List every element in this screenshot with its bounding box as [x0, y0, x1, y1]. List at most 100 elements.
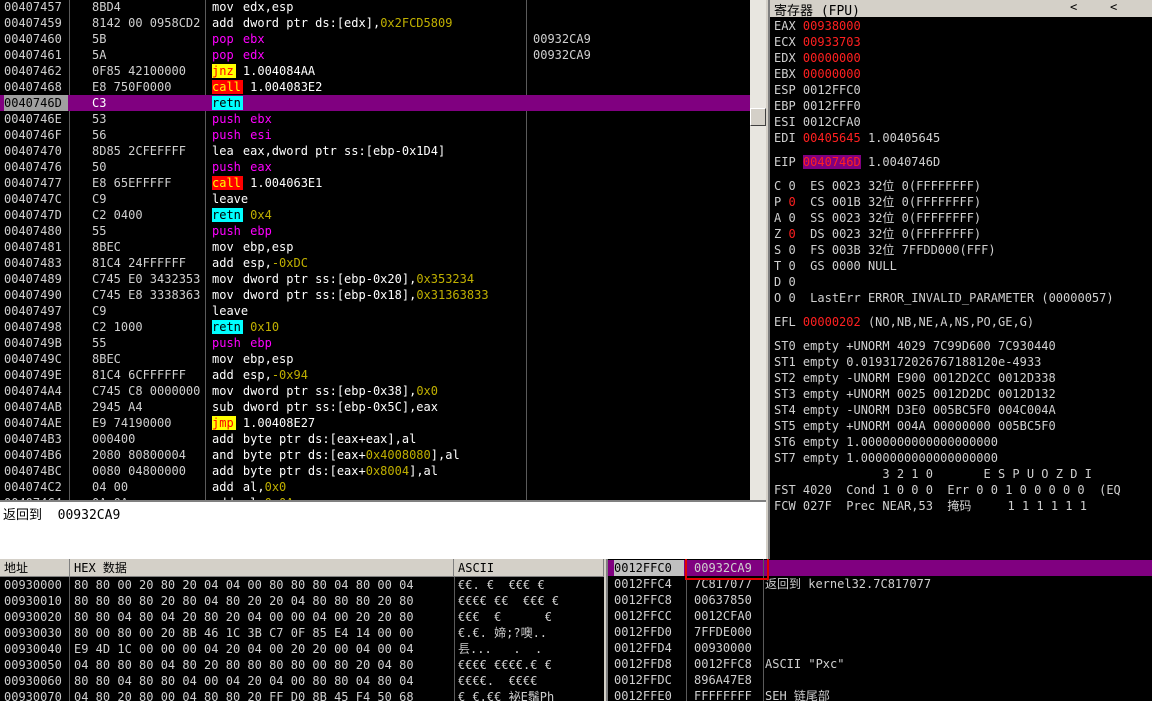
register-value[interactable]: 00938000: [803, 19, 861, 33]
fpu-st-register[interactable]: ST7 empty 1.0000000000000000000: [774, 451, 998, 465]
disasm-row[interactable]: 00407476 50 push eax: [0, 159, 750, 175]
fpu-st-register[interactable]: ST4 empty -UNORM D3E0 005BC5F0 004C004A: [774, 403, 1056, 417]
fpu-st-register[interactable]: ST2 empty -UNORM E900 0012D2CC 0012D338: [774, 371, 1056, 385]
disasm-row[interactable]: 00407483 81C4 24FFFFFF add esp,-0xDC: [0, 255, 750, 271]
disasm-row[interactable]: 0040749E 81C4 6CFFFFFF add esp,-0x94: [0, 367, 750, 383]
segment-value[interactable]: 0023: [832, 211, 861, 225]
register-value[interactable]: 00000000: [803, 51, 861, 65]
fpu-status-word[interactable]: FST 4020 Cond 1 0 0 0 Err 0 0 1 0 0 0 0 …: [774, 483, 1121, 497]
disasm-row[interactable]: 004074A4 C745 C8 0000000 mov dword ptr ss:…: [0, 383, 750, 399]
disassembly-scroll-thumb[interactable]: [750, 108, 766, 126]
stack-row[interactable]: 0012FFD8 0012FFC8 ASCII "Pxc": [608, 656, 1152, 672]
dump-row[interactable]: 00930040 E9 4D 1C 00 00 00 04 20 04 00 20…: [0, 641, 604, 657]
stack-row[interactable]: 0012FFE0 FFFFFFFF SEH 链尾部: [608, 688, 1152, 701]
register-value[interactable]: 00405645: [803, 131, 861, 145]
stack-pane[interactable]: 0012FFC0 00932CA9 0012FFC4 7C817077 返回到 kern…: [606, 559, 1152, 701]
disasm-bytes: 0080 04800000: [92, 464, 186, 478]
eip-value[interactable]: 0040746D: [802, 155, 861, 169]
fpu-control-word[interactable]: FCW 027F Prec NEAR,53 掩码 1 1 1 1 1 1: [774, 499, 1087, 513]
register-value[interactable]: 00933703: [803, 35, 861, 49]
fpu-st-register[interactable]: ST3 empty +UNORM 0025 0012D2DC 0012D132: [774, 387, 1056, 401]
flag-value[interactable]: 0: [788, 259, 795, 273]
disasm-row[interactable]: 0040749B 55 push ebp: [0, 335, 750, 351]
disasm-row[interactable]: 00407481 8BEC mov ebp,esp: [0, 239, 750, 255]
disasm-row[interactable]: 00407457 8BD4 mov edx,esp: [0, 0, 750, 15]
fpu-st-register[interactable]: ST0 empty +UNORM 4029 7C99D600 7C930440: [774, 339, 1056, 353]
register-value[interactable]: 0012CFA0: [803, 115, 861, 129]
disassembly-pane[interactable]: 00407457 8BD4 mov edx,esp 00407459 8142 00 0…: [0, 0, 750, 500]
dump-row[interactable]: 00930070 04 80 20 80 00 04 80 80 20 FF D0…: [0, 689, 604, 701]
disasm-row[interactable]: 004074B6 2080 80800004 and byte ptr ds:[ea…: [0, 447, 750, 463]
efl-value[interactable]: 00000202: [803, 315, 861, 329]
segment-desc: 0(FFFFFFFF): [901, 211, 982, 225]
dump-row[interactable]: 00930050 04 80 80 80 04 80 20 80 80 80 80…: [0, 657, 604, 673]
disasm-row[interactable]: 00407459 8142 00 0958CD2 add dword ptr ds:…: [0, 15, 750, 31]
disasm-row[interactable]: 0040746F 56 push esi: [0, 127, 750, 143]
disasm-mnemonic: add: [212, 464, 234, 478]
disasm-row[interactable]: 0040746D C3 retn: [0, 95, 750, 111]
dump-row[interactable]: 00930030 80 00 80 00 20 8B 46 1C 3B C7 0F…: [0, 625, 604, 641]
fpu-st-register[interactable]: ST6 empty 1.0000000000000000000: [774, 435, 998, 449]
segment-value[interactable]: 003B: [832, 243, 861, 257]
disasm-row[interactable]: 00407460 5B pop ebx 00932CA9: [0, 31, 750, 47]
stack-row[interactable]: 0012FFD4 00930000: [608, 640, 1152, 656]
flag-value[interactable]: 0: [788, 227, 795, 241]
dump-row[interactable]: 00930010 80 80 80 80 20 80 04 80 20 20 04…: [0, 593, 604, 609]
disasm-mnemonic: add: [212, 256, 234, 270]
fpu-st-register[interactable]: ST5 empty +UNORM 004A 00000000 005BC5F0: [774, 419, 1056, 433]
disasm-row[interactable]: 00407489 C745 E0 3432353 mov dword ptr ss:…: [0, 271, 750, 287]
registers-nav-right-button[interactable]: <: [1110, 0, 1117, 14]
disasm-row[interactable]: 00407470 8D85 2CFEFFFF lea eax,dword ptr s…: [0, 143, 750, 159]
flag-value[interactable]: 0: [788, 195, 795, 209]
disasm-row[interactable]: 00407462 0F85 42100000 jnz 1.004084AA: [0, 63, 750, 79]
disasm-row[interactable]: 00407468 E8 750F0000 call 1.004083E2: [0, 79, 750, 95]
disasm-row[interactable]: 00407477 E8 65EFFFFF call 1.004063E1: [0, 175, 750, 191]
disasm-bytes: 04 00: [92, 480, 129, 494]
fpu-st-register[interactable]: ST1 empty 0.0193172026767188120e-4933: [774, 355, 1041, 369]
disassembly-scrollbar[interactable]: [750, 0, 766, 500]
dump-row[interactable]: 00930060 80 80 04 80 80 04 00 04 20 04 00…: [0, 673, 604, 689]
register-value[interactable]: 00000000: [803, 67, 861, 81]
dump-row[interactable]: 00930000 80 80 00 20 80 20 04 04 00 80 80…: [0, 577, 604, 593]
flag-value[interactable]: 0: [788, 291, 795, 305]
dump-address: 00930040: [4, 642, 62, 656]
register-value[interactable]: 0012FFF0: [803, 99, 861, 113]
dump-pane[interactable]: 地址 HEX 数据 ASCII 00930000 80 80 00 20 80 2…: [0, 559, 604, 701]
register-value[interactable]: 0012FFC0: [803, 83, 861, 97]
segment-name: GS: [810, 259, 825, 273]
segment-value[interactable]: 0023: [832, 179, 861, 193]
disasm-row[interactable]: 004074C2 04 00 add al,0x0: [0, 479, 750, 495]
flag-value[interactable]: 0: [788, 179, 795, 193]
dump-row[interactable]: 00930020 80 80 04 80 04 20 80 20 04 00 00…: [0, 609, 604, 625]
flag-value[interactable]: 0: [788, 275, 795, 289]
disasm-row[interactable]: 0040749C 8BEC mov ebp,esp: [0, 351, 750, 367]
disasm-row[interactable]: 00407461 5A pop edx 00932CA9: [0, 47, 750, 63]
disasm-row[interactable]: 0040747D C2 0400 retn 0x4: [0, 207, 750, 223]
disasm-row[interactable]: 004074BC 0080 04800000 add byte ptr ds:[ea…: [0, 463, 750, 479]
dump-header-ascii[interactable]: ASCII: [454, 559, 604, 577]
disasm-row[interactable]: 00407490 C745 E8 3338363 mov dword ptr ss:…: [0, 287, 750, 303]
dump-address: 00930010: [4, 594, 62, 608]
disasm-row[interactable]: 004074AE E9 74190000 jmp 1.00408E27: [0, 415, 750, 431]
disasm-row[interactable]: 00407480 55 push ebp: [0, 223, 750, 239]
disasm-row[interactable]: 0040747C C9 leave: [0, 191, 750, 207]
disasm-row[interactable]: 004074AB 2945 A4 sub dword ptr ss:[ebp-0x5…: [0, 399, 750, 415]
segment-value[interactable]: 001B: [832, 195, 861, 209]
stack-row[interactable]: 0012FFCC 0012CFA0: [608, 608, 1152, 624]
flag-value[interactable]: 0: [788, 211, 795, 225]
dump-header-address[interactable]: 地址: [0, 559, 70, 577]
stack-row[interactable]: 0012FFD0 7FFDE000: [608, 624, 1152, 640]
segment-value[interactable]: 0000: [832, 259, 861, 273]
dump-ascii: €€. € €€€ €: [458, 578, 560, 592]
disasm-row[interactable]: 00407498 C2 1000 retn 0x10: [0, 319, 750, 335]
segment-value[interactable]: 0023: [832, 227, 861, 241]
disasm-row[interactable]: 00407497 C9 leave: [0, 303, 750, 319]
disasm-row[interactable]: 0040746E 53 push ebx: [0, 111, 750, 127]
stack-row[interactable]: 0012FFC8 00637850: [608, 592, 1152, 608]
registers-pane[interactable]: 寄存器 (FPU) < < EAX 00938000 ECX 00933703 ED…: [768, 0, 1152, 559]
flag-value[interactable]: 0: [788, 243, 795, 257]
stack-row[interactable]: 0012FFDC 896A47E8: [608, 672, 1152, 688]
dump-header-hex[interactable]: HEX 数据: [70, 559, 454, 577]
disasm-row[interactable]: 004074B3 000400 add byte ptr ds:[eax+eax],…: [0, 431, 750, 447]
registers-nav-left-button[interactable]: <: [1070, 0, 1077, 14]
